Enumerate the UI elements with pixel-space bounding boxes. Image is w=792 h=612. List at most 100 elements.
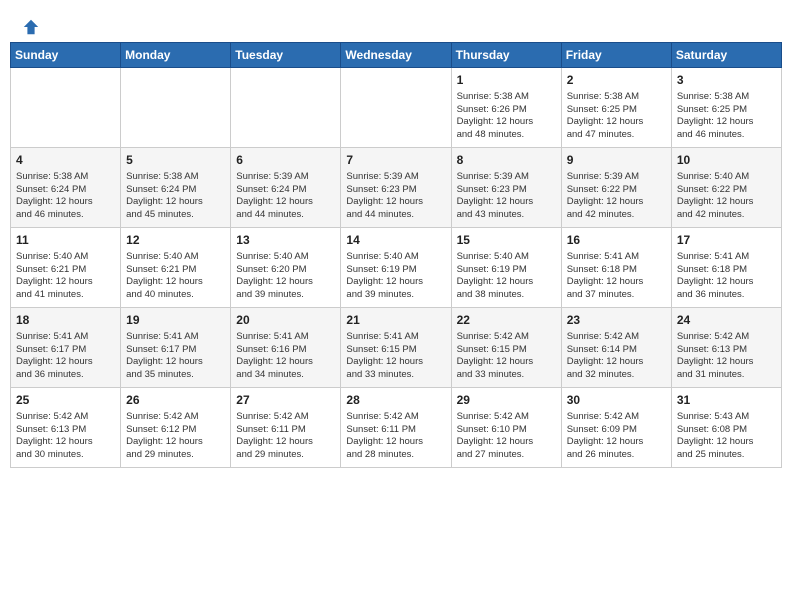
logo-icon xyxy=(22,18,40,36)
day-cell-6: 6Sunrise: 5:39 AMSunset: 6:24 PMDaylight… xyxy=(231,148,341,228)
day-content-26: Sunrise: 5:42 AMSunset: 6:12 PMDaylight:… xyxy=(126,411,225,462)
day-number-19: 19 xyxy=(126,312,225,329)
weekday-tuesday: Tuesday xyxy=(231,43,341,68)
day-content-6: Sunrise: 5:39 AMSunset: 6:24 PMDaylight:… xyxy=(236,171,335,222)
week-row-5: 25 Sunrise: 5:42 AMSunset: 6:13 PMDayligh… xyxy=(11,388,782,468)
day-number-28: 28 xyxy=(346,392,445,409)
day-number-26: 26 xyxy=(126,392,225,409)
day-cell-10: 10 Sunrise: 5:40 AMSunset: 6:22 PMDayligh… xyxy=(671,148,781,228)
day-cell-31: 31 Sunrise: 5:43 AMSunset: 6:08 PMDayligh… xyxy=(671,388,781,468)
day-cell-20: 20 Sunrise: 5:41 AMSunset: 6:16 PMDayligh… xyxy=(231,308,341,388)
day-number-15: 15 xyxy=(457,232,556,249)
day-number-30: 30 xyxy=(567,392,666,409)
day-content-11: Sunrise: 5:40 AMSunset: 6:21 PMDaylight:… xyxy=(16,251,115,302)
day-number-12: 12 xyxy=(126,232,225,249)
day-content-8: Sunrise: 5:39 AMSunset: 6:23 PMDaylight:… xyxy=(457,171,556,222)
day-content-27: Sunrise: 5:42 AMSunset: 6:11 PMDaylight:… xyxy=(236,411,335,462)
day-cell-16: 16 Sunrise: 5:41 AMSunset: 6:18 PMDayligh… xyxy=(561,228,671,308)
day-cell-8: 8Sunrise: 5:39 AMSunset: 6:23 PMDaylight… xyxy=(451,148,561,228)
day-content-22: Sunrise: 5:42 AMSunset: 6:15 PMDaylight:… xyxy=(457,331,556,382)
empty-cell xyxy=(121,68,231,148)
day-cell-13: 13Sunrise: 5:40 AMSunset: 6:20 PMDayligh… xyxy=(231,228,341,308)
day-cell-25: 25 Sunrise: 5:42 AMSunset: 6:13 PMDayligh… xyxy=(11,388,121,468)
weekday-saturday: Saturday xyxy=(671,43,781,68)
day-content-29: Sunrise: 5:42 AMSunset: 6:10 PMDaylight:… xyxy=(457,411,556,462)
day-content-25: Sunrise: 5:42 AMSunset: 6:13 PMDaylight:… xyxy=(16,411,115,462)
day-number-11: 11 xyxy=(16,232,115,249)
day-cell-29: 29 Sunrise: 5:42 AMSunset: 6:10 PMDayligh… xyxy=(451,388,561,468)
day-content-3: Sunrise: 5:38 AMSunset: 6:25 PMDaylight:… xyxy=(677,91,776,142)
day-number-27: 27 xyxy=(236,392,335,409)
page-header xyxy=(10,10,782,36)
day-number-14: 14 xyxy=(346,232,445,249)
day-content-19: Sunrise: 5:41 AMSunset: 6:17 PMDaylight:… xyxy=(126,331,225,382)
day-number-22: 22 xyxy=(457,312,556,329)
day-content-4: Sunrise: 5:38 AMSunset: 6:24 PMDaylight:… xyxy=(16,171,115,222)
day-content-1: Sunrise: 5:38 AMSunset: 6:26 PMDaylight:… xyxy=(457,91,556,142)
day-content-10: Sunrise: 5:40 AMSunset: 6:22 PMDaylight:… xyxy=(677,171,776,222)
day-cell-2: 2Sunrise: 5:38 AMSunset: 6:25 PMDaylight… xyxy=(561,68,671,148)
weekday-monday: Monday xyxy=(121,43,231,68)
week-row-3: 11 Sunrise: 5:40 AMSunset: 6:21 PMDayligh… xyxy=(11,228,782,308)
day-cell-19: 19 Sunrise: 5:41 AMSunset: 6:17 PMDayligh… xyxy=(121,308,231,388)
day-number-9: 9 xyxy=(567,152,666,169)
day-cell-7: 7 Sunrise: 5:39 AMSunset: 6:23 PMDaylight… xyxy=(341,148,451,228)
day-cell-30: 30Sunrise: 5:42 AMSunset: 6:09 PMDayligh… xyxy=(561,388,671,468)
day-number-17: 17 xyxy=(677,232,776,249)
day-cell-1: 1 Sunrise: 5:38 AMSunset: 6:26 PMDaylight… xyxy=(451,68,561,148)
day-number-20: 20 xyxy=(236,312,335,329)
day-number-10: 10 xyxy=(677,152,776,169)
day-cell-11: 11 Sunrise: 5:40 AMSunset: 6:21 PMDayligh… xyxy=(11,228,121,308)
day-content-12: Sunrise: 5:40 AMSunset: 6:21 PMDaylight:… xyxy=(126,251,225,302)
day-content-18: Sunrise: 5:41 AMSunset: 6:17 PMDaylight:… xyxy=(16,331,115,382)
day-cell-23: 23 Sunrise: 5:42 AMSunset: 6:14 PMDayligh… xyxy=(561,308,671,388)
empty-cell xyxy=(231,68,341,148)
week-row-1: 1 Sunrise: 5:38 AMSunset: 6:26 PMDaylight… xyxy=(11,68,782,148)
day-cell-14: 14Sunrise: 5:40 AMSunset: 6:19 PMDayligh… xyxy=(341,228,451,308)
day-cell-24: 24 Sunrise: 5:42 AMSunset: 6:13 PMDayligh… xyxy=(671,308,781,388)
day-number-31: 31 xyxy=(677,392,776,409)
logo xyxy=(20,18,40,32)
day-cell-9: 9Sunrise: 5:39 AMSunset: 6:22 PMDaylight… xyxy=(561,148,671,228)
day-content-23: Sunrise: 5:42 AMSunset: 6:14 PMDaylight:… xyxy=(567,331,666,382)
day-cell-3: 3Sunrise: 5:38 AMSunset: 6:25 PMDaylight… xyxy=(671,68,781,148)
empty-cell xyxy=(341,68,451,148)
day-content-28: Sunrise: 5:42 AMSunset: 6:11 PMDaylight:… xyxy=(346,411,445,462)
day-cell-5: 5Sunrise: 5:38 AMSunset: 6:24 PMDaylight… xyxy=(121,148,231,228)
day-number-4: 4 xyxy=(16,152,115,169)
weekday-header-row: SundayMondayTuesdayWednesdayThursdayFrid… xyxy=(11,43,782,68)
week-row-4: 18Sunrise: 5:41 AMSunset: 6:17 PMDayligh… xyxy=(11,308,782,388)
day-number-23: 23 xyxy=(567,312,666,329)
week-row-2: 4 Sunrise: 5:38 AMSunset: 6:24 PMDaylight… xyxy=(11,148,782,228)
empty-cell xyxy=(11,68,121,148)
day-number-24: 24 xyxy=(677,312,776,329)
day-cell-22: 22 Sunrise: 5:42 AMSunset: 6:15 PMDayligh… xyxy=(451,308,561,388)
weekday-thursday: Thursday xyxy=(451,43,561,68)
day-content-31: Sunrise: 5:43 AMSunset: 6:08 PMDaylight:… xyxy=(677,411,776,462)
day-cell-15: 15 Sunrise: 5:40 AMSunset: 6:19 PMDayligh… xyxy=(451,228,561,308)
day-content-2: Sunrise: 5:38 AMSunset: 6:25 PMDaylight:… xyxy=(567,91,666,142)
day-content-17: Sunrise: 5:41 AMSunset: 6:18 PMDaylight:… xyxy=(677,251,776,302)
day-number-16: 16 xyxy=(567,232,666,249)
calendar: SundayMondayTuesdayWednesdayThursdayFrid… xyxy=(10,42,782,468)
day-number-13: 13 xyxy=(236,232,335,249)
day-content-16: Sunrise: 5:41 AMSunset: 6:18 PMDaylight:… xyxy=(567,251,666,302)
day-number-1: 1 xyxy=(457,72,556,89)
day-number-7: 7 xyxy=(346,152,445,169)
day-content-24: Sunrise: 5:42 AMSunset: 6:13 PMDaylight:… xyxy=(677,331,776,382)
day-cell-4: 4 Sunrise: 5:38 AMSunset: 6:24 PMDaylight… xyxy=(11,148,121,228)
day-cell-28: 28 Sunrise: 5:42 AMSunset: 6:11 PMDayligh… xyxy=(341,388,451,468)
day-content-15: Sunrise: 5:40 AMSunset: 6:19 PMDaylight:… xyxy=(457,251,556,302)
day-number-21: 21 xyxy=(346,312,445,329)
day-content-20: Sunrise: 5:41 AMSunset: 6:16 PMDaylight:… xyxy=(236,331,335,382)
day-content-7: Sunrise: 5:39 AMSunset: 6:23 PMDaylight:… xyxy=(346,171,445,222)
day-cell-26: 26 Sunrise: 5:42 AMSunset: 6:12 PMDayligh… xyxy=(121,388,231,468)
weekday-friday: Friday xyxy=(561,43,671,68)
day-number-29: 29 xyxy=(457,392,556,409)
day-content-21: Sunrise: 5:41 AMSunset: 6:15 PMDaylight:… xyxy=(346,331,445,382)
day-cell-12: 12 Sunrise: 5:40 AMSunset: 6:21 PMDayligh… xyxy=(121,228,231,308)
day-cell-27: 27 Sunrise: 5:42 AMSunset: 6:11 PMDayligh… xyxy=(231,388,341,468)
weekday-wednesday: Wednesday xyxy=(341,43,451,68)
day-number-25: 25 xyxy=(16,392,115,409)
day-cell-18: 18Sunrise: 5:41 AMSunset: 6:17 PMDayligh… xyxy=(11,308,121,388)
